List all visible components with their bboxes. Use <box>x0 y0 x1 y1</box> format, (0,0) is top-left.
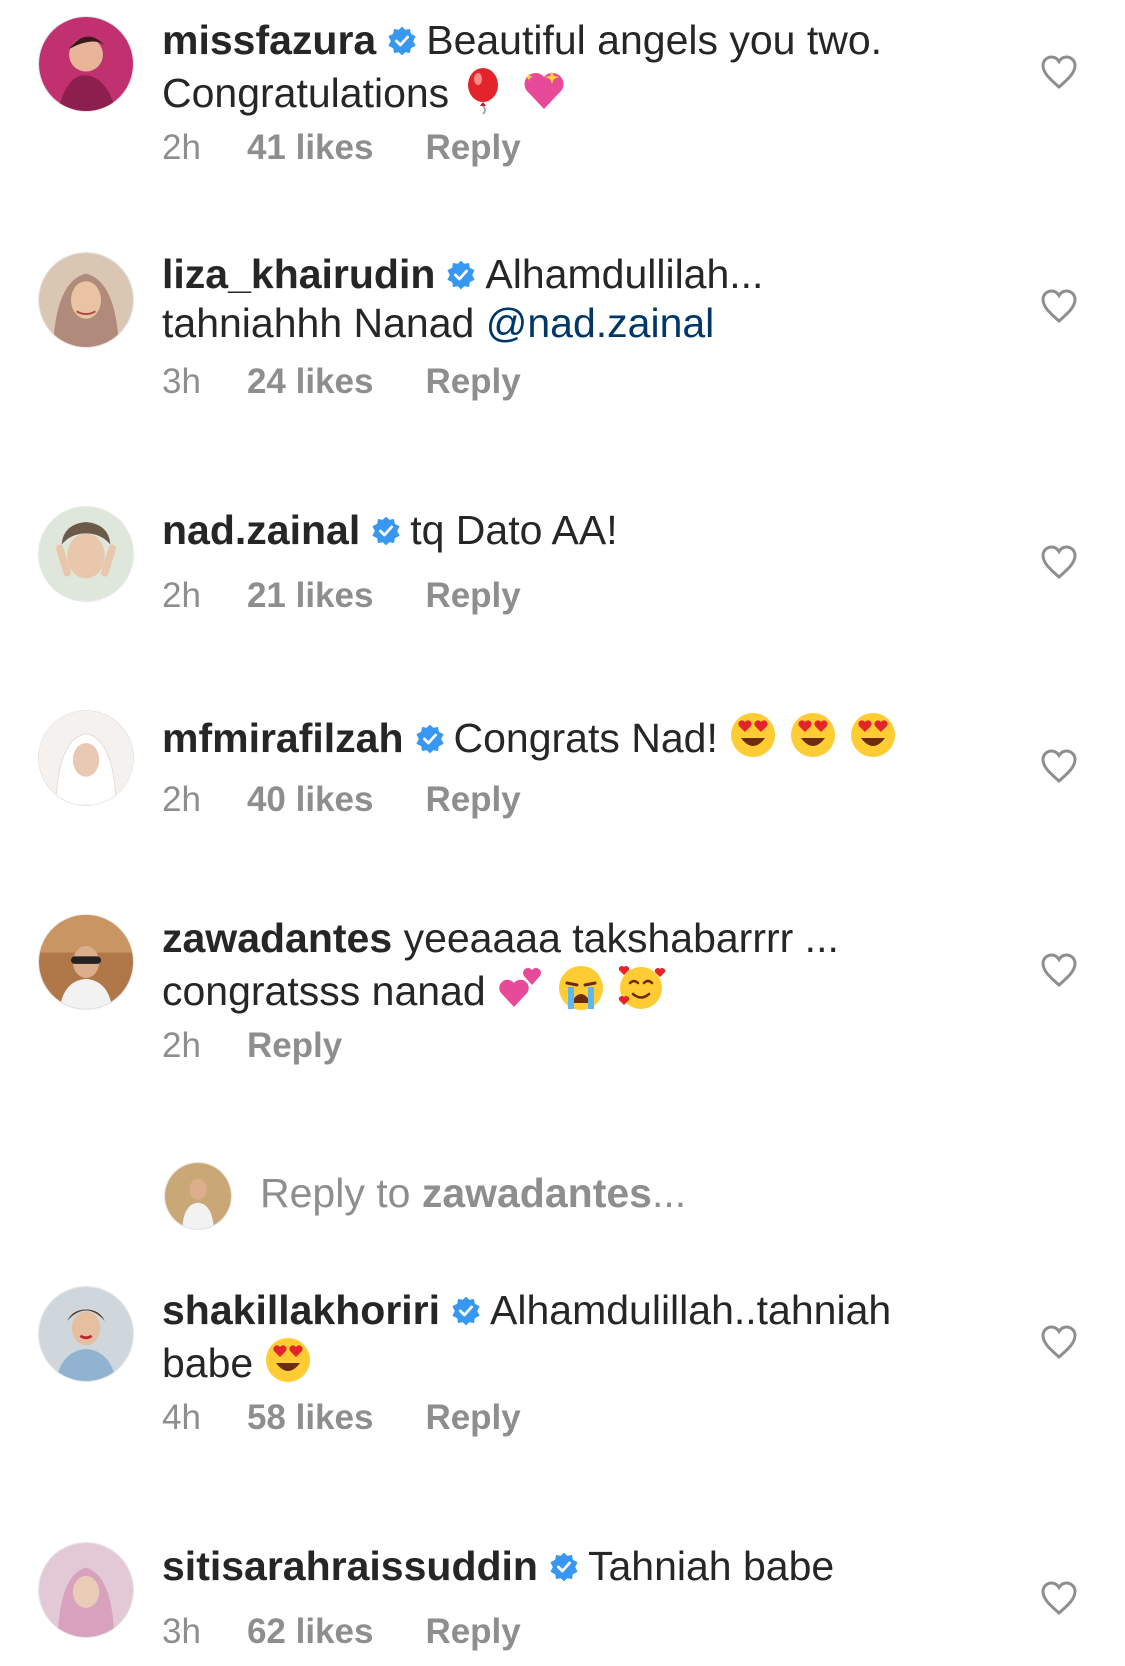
likes-count[interactable]: 58 likes <box>247 1398 374 1438</box>
heart-eyes-emoji-icon <box>848 710 898 760</box>
reply-button[interactable]: Reply <box>247 1026 342 1066</box>
likes-count[interactable]: 21 likes <box>247 576 374 616</box>
heart-eyes-emoji-icon <box>263 1335 313 1385</box>
like-heart-icon[interactable] <box>1040 952 1078 988</box>
reply-button[interactable]: Reply <box>425 1612 520 1652</box>
comment-meta: 2h Reply <box>162 1026 342 1066</box>
comment-time: 3h <box>162 362 201 401</box>
likes-count[interactable]: 40 likes <box>247 780 374 820</box>
comment-text: yeeaaaa takshabarrrr ... <box>403 915 839 961</box>
reply-composer[interactable]: Reply to zawadantes... <box>0 1162 1125 1232</box>
comment-username[interactable]: zawadantes <box>162 915 392 961</box>
comment-meta: 2h 41 likes Reply <box>162 128 521 168</box>
avatar[interactable] <box>38 506 134 602</box>
like-heart-icon[interactable] <box>1040 1324 1078 1360</box>
heart-eyes-emoji-icon <box>788 710 838 760</box>
comment-time: 2h <box>162 780 201 819</box>
current-user-avatar <box>164 1162 232 1230</box>
comment-text: babe <box>162 1340 254 1386</box>
comment-meta: 2h 21 likes Reply <box>162 576 521 616</box>
reply-button[interactable]: Reply <box>425 1398 520 1438</box>
like-heart-icon[interactable] <box>1040 544 1078 580</box>
comment-time: 2h <box>162 128 201 167</box>
comment-meta: 3h 24 likes Reply <box>162 362 521 402</box>
heart-eyes-emoji-icon <box>728 710 778 760</box>
verified-badge-icon <box>386 25 418 57</box>
crying-face-icon <box>556 963 606 1013</box>
avatar[interactable] <box>38 710 134 806</box>
comment-username[interactable]: shakillakhoriri <box>162 1287 440 1333</box>
comment-meta: 3h 62 likes Reply <box>162 1612 521 1652</box>
comment-text: tq Dato AA! <box>410 507 618 553</box>
comment-text: Tahniah babe <box>587 1543 835 1589</box>
reply-button[interactable]: Reply <box>425 576 520 616</box>
comment-text: Congratulations <box>162 70 450 116</box>
reply-button[interactable]: Reply <box>425 362 520 402</box>
reply-input-username: zawadantes <box>421 1170 652 1216</box>
comment-time: 3h <box>162 1612 201 1651</box>
avatar[interactable] <box>38 252 134 348</box>
verified-badge-icon <box>414 723 446 755</box>
reply-button[interactable]: Reply <box>425 780 520 820</box>
comment-text: Alhamdullilah... <box>485 251 764 297</box>
verified-badge-icon <box>445 259 477 291</box>
comment-username[interactable]: liza_khairudin <box>162 251 435 297</box>
like-heart-icon[interactable] <box>1040 748 1078 784</box>
balloon-icon <box>459 65 509 115</box>
comment-time: 2h <box>162 1026 201 1065</box>
comment-username[interactable]: nad.zainal <box>162 507 360 553</box>
avatar[interactable] <box>38 16 134 112</box>
verified-badge-icon <box>548 1551 580 1583</box>
avatar[interactable] <box>38 1542 134 1638</box>
smiling-face-with-hearts-icon <box>616 963 666 1013</box>
comment-meta: 4h 58 likes Reply <box>162 1398 521 1438</box>
comment-text: Congrats Nad! <box>453 715 718 761</box>
like-heart-icon[interactable] <box>1040 288 1078 324</box>
like-heart-icon[interactable] <box>1040 1580 1078 1616</box>
verified-badge-icon <box>370 515 402 547</box>
comment-text: Beautiful angels you two. <box>426 17 883 63</box>
reply-input[interactable]: Reply to zawadantes... <box>260 1170 686 1217</box>
avatar[interactable] <box>38 1286 134 1382</box>
comment-text: tahniahhh Nanad <box>162 300 475 346</box>
comment-username[interactable]: mfmirafilzah <box>162 715 404 761</box>
comment-time: 2h <box>162 576 201 615</box>
likes-count[interactable]: 24 likes <box>247 362 374 402</box>
two-hearts-icon <box>496 963 546 1013</box>
sparkling-heart-icon <box>519 65 569 115</box>
comment-username[interactable]: sitisarahraissuddin <box>162 1543 538 1589</box>
comment-text: congratsss nanad <box>162 968 486 1014</box>
comment-time: 4h <box>162 1398 201 1437</box>
mention-link[interactable]: @nad.zainal <box>486 300 715 346</box>
like-heart-icon[interactable] <box>1040 54 1078 90</box>
avatar[interactable] <box>38 914 134 1010</box>
reply-input-prefix: Reply to <box>260 1170 422 1216</box>
reply-button[interactable]: Reply <box>425 128 520 168</box>
comment-text: Alhamdulillah..tahniah <box>490 1287 892 1333</box>
likes-count[interactable]: 41 likes <box>247 128 374 168</box>
comments-feed: missfazura Beautiful angels you two. Cong… <box>0 0 1125 1666</box>
likes-count[interactable]: 62 likes <box>247 1612 374 1652</box>
reply-input-suffix: ... <box>651 1170 687 1216</box>
verified-badge-icon <box>450 1295 482 1327</box>
comment-username[interactable]: missfazura <box>162 17 376 63</box>
comment-meta: 2h 40 likes Reply <box>162 780 521 820</box>
